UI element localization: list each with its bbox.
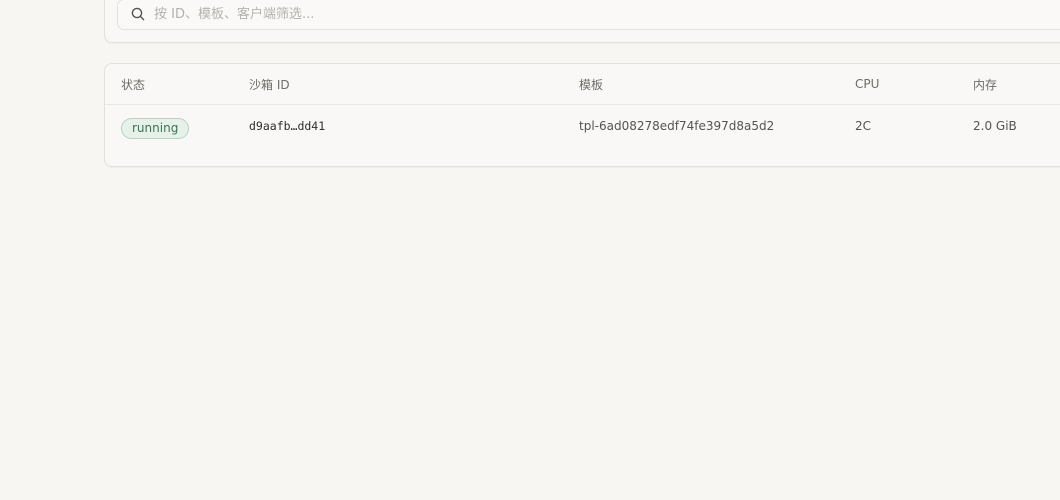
search-input[interactable] [154, 0, 1054, 29]
search-box[interactable] [117, 0, 1060, 30]
cpu-cell: 2C [855, 119, 872, 133]
table-header-row: 状态 沙箱 ID 模板 CPU 内存 [105, 64, 1060, 105]
filter-panel [104, 0, 1060, 43]
column-header-sandbox-id[interactable]: 沙箱 ID [249, 64, 579, 105]
sandbox-table-panel: 状态 沙箱 ID 模板 CPU 内存 running d9aafb…dd41 t… [104, 63, 1060, 167]
memory-cell: 2.0 GiB [973, 119, 1017, 133]
status-cell: running [105, 105, 249, 166]
sandbox-table: 状态 沙箱 ID 模板 CPU 内存 running d9aafb…dd41 t… [105, 64, 1060, 165]
column-header-status[interactable]: 状态 [105, 64, 249, 105]
column-header-memory[interactable]: 内存 [973, 64, 1060, 105]
column-header-cpu[interactable]: CPU [855, 64, 973, 105]
column-header-template[interactable]: 模板 [579, 64, 855, 105]
template-cell: tpl-6ad08278edf74fe397d8a5d2 [579, 119, 775, 133]
table-row[interactable]: running d9aafb…dd41 tpl-6ad08278edf74fe3… [105, 105, 1060, 166]
status-badge: running [121, 118, 190, 139]
sandbox-id-cell[interactable]: d9aafb…dd41 [249, 105, 579, 166]
search-icon [131, 7, 145, 21]
